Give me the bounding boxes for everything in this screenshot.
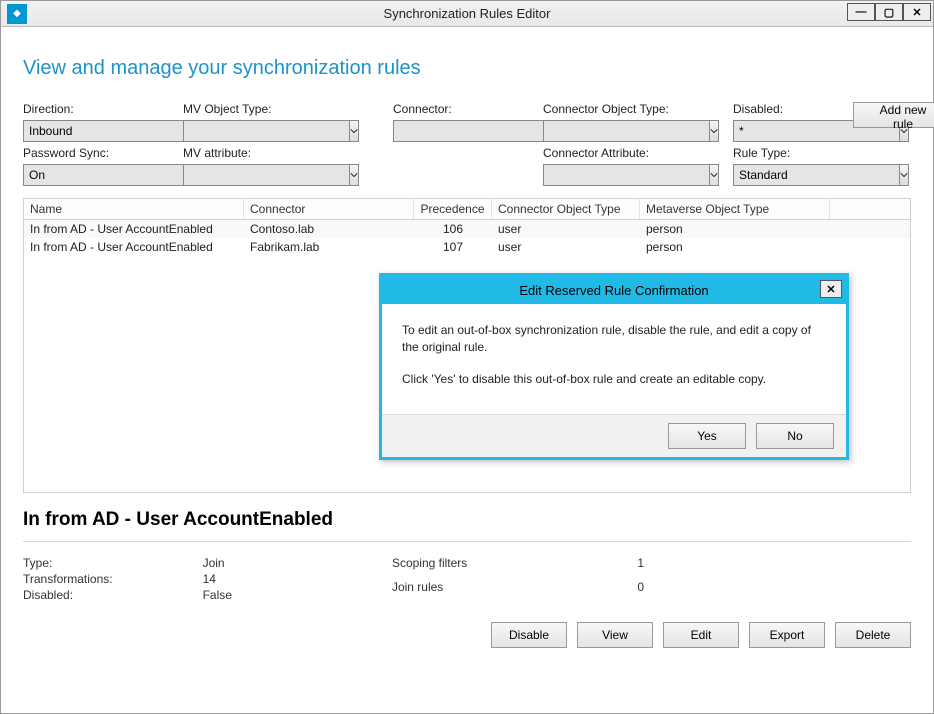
- cell-precedence: 106: [414, 220, 492, 238]
- connector-dropdown[interactable]: [393, 120, 560, 142]
- disabled-detail-label: Disabled:: [23, 588, 113, 602]
- ruletype-label: Rule Type:: [733, 146, 843, 160]
- chevron-down-icon[interactable]: [710, 164, 719, 186]
- direction-label: Direction:: [23, 102, 173, 116]
- filter-mv-object-type: MV Object Type:: [183, 102, 383, 142]
- view-button[interactable]: View: [577, 622, 653, 648]
- join-label: Join rules: [392, 580, 467, 602]
- type-value: Join: [203, 556, 232, 570]
- connobj-dropdown[interactable]: [543, 120, 710, 142]
- filter-mv-attribute: MV attribute:: [183, 146, 383, 186]
- filter-password-sync: Password Sync:: [23, 146, 173, 186]
- pwdsync-dropdown[interactable]: [23, 164, 190, 186]
- dialog-title-text: Edit Reserved Rule Confirmation: [519, 283, 708, 298]
- grid-header: Name Connector Precedence Connector Obje…: [24, 199, 910, 220]
- mvattr-label: MV attribute:: [183, 146, 383, 160]
- disable-button[interactable]: Disable: [491, 622, 567, 648]
- app-icon: ◆: [7, 4, 27, 24]
- dialog-no-button[interactable]: No: [756, 423, 834, 449]
- cell-cot: user: [492, 238, 640, 256]
- connattr-dropdown[interactable]: [543, 164, 710, 186]
- col-metaverse-object-type[interactable]: Metaverse Object Type: [640, 199, 830, 219]
- col-connector[interactable]: Connector: [244, 199, 414, 219]
- scoping-value: 1: [637, 556, 644, 578]
- filter-disabled: Disabled:: [733, 102, 843, 142]
- chevron-down-icon[interactable]: [350, 164, 359, 186]
- selected-rule-heading: In from AD - User AccountEnabled: [23, 509, 911, 531]
- mvattr-dropdown[interactable]: [183, 164, 350, 186]
- col-connector-object-type[interactable]: Connector Object Type: [492, 199, 640, 219]
- filter-connector: Connector:: [393, 102, 533, 142]
- cell-name: In from AD - User AccountEnabled: [24, 220, 244, 238]
- chevron-down-icon[interactable]: [350, 120, 359, 142]
- type-label: Type:: [23, 556, 113, 570]
- scoping-label: Scoping filters: [392, 556, 467, 578]
- join-value: 0: [637, 580, 644, 602]
- cell-mot: person: [640, 220, 830, 238]
- delete-button[interactable]: Delete: [835, 622, 911, 648]
- confirmation-dialog: Edit Reserved Rule Confirmation ✕ To edi…: [379, 273, 849, 460]
- minimize-button[interactable]: —: [847, 3, 875, 21]
- filter-direction: Direction:: [23, 102, 173, 142]
- export-button[interactable]: Export: [749, 622, 825, 648]
- action-bar: Disable View Edit Export Delete: [23, 622, 911, 648]
- close-button[interactable]: ✕: [903, 3, 931, 21]
- cell-precedence: 107: [414, 238, 492, 256]
- window-title: Synchronization Rules Editor: [1, 6, 933, 21]
- connector-label: Connector:: [393, 102, 533, 116]
- col-precedence[interactable]: Precedence: [414, 199, 492, 219]
- disabled-detail-value: False: [203, 588, 232, 602]
- mvobj-dropdown[interactable]: [183, 120, 350, 142]
- connattr-label: Connector Attribute:: [543, 146, 723, 160]
- add-new-rule-button[interactable]: Add new rule: [853, 102, 934, 128]
- table-row[interactable]: In from AD - User AccountEnabledContoso.…: [24, 220, 910, 238]
- table-row[interactable]: In from AD - User AccountEnabledFabrikam…: [24, 238, 910, 256]
- filter-connector-object-type: Connector Object Type:: [543, 102, 723, 142]
- dialog-yes-button[interactable]: Yes: [668, 423, 746, 449]
- titlebar: ◆ Synchronization Rules Editor — ▢ ✕: [1, 1, 933, 27]
- maximize-button[interactable]: ▢: [875, 3, 903, 21]
- divider: [23, 541, 911, 542]
- cell-cot: user: [492, 220, 640, 238]
- page-heading: View and manage your synchronization rul…: [23, 57, 911, 80]
- rule-details: Type: Join Transformations: 14 Disabled: Fa…: [23, 556, 911, 602]
- dialog-msg2: Click 'Yes' to disable this out-of-box r…: [402, 371, 826, 388]
- cell-connector: Fabrikam.lab: [244, 238, 414, 256]
- cell-mot: person: [640, 238, 830, 256]
- pwdsync-label: Password Sync:: [23, 146, 173, 160]
- chevron-down-icon[interactable]: [900, 164, 909, 186]
- filters: Direction: MV Object Type: Connector: Co…: [23, 102, 911, 186]
- filter-rule-type: Rule Type:: [733, 146, 843, 186]
- direction-dropdown[interactable]: [23, 120, 190, 142]
- cell-connector: Contoso.lab: [244, 220, 414, 238]
- trans-label: Transformations:: [23, 572, 113, 586]
- dialog-buttons: Yes No: [382, 414, 846, 457]
- edit-button[interactable]: Edit: [663, 622, 739, 648]
- disabled-label: Disabled:: [733, 102, 843, 116]
- filter-connector-attribute: Connector Attribute:: [543, 146, 723, 186]
- col-name[interactable]: Name: [24, 199, 244, 219]
- cell-name: In from AD - User AccountEnabled: [24, 238, 244, 256]
- trans-value: 14: [203, 572, 232, 586]
- dialog-close-button[interactable]: ✕: [820, 280, 842, 298]
- connobj-label: Connector Object Type:: [543, 102, 723, 116]
- mvobj-label: MV Object Type:: [183, 102, 383, 116]
- dialog-msg1: To edit an out-of-box synchronization ru…: [402, 322, 826, 357]
- dialog-body: To edit an out-of-box synchronization ru…: [382, 304, 846, 414]
- chevron-down-icon[interactable]: [710, 120, 719, 142]
- ruletype-dropdown[interactable]: [733, 164, 900, 186]
- dialog-title: Edit Reserved Rule Confirmation ✕: [382, 276, 846, 304]
